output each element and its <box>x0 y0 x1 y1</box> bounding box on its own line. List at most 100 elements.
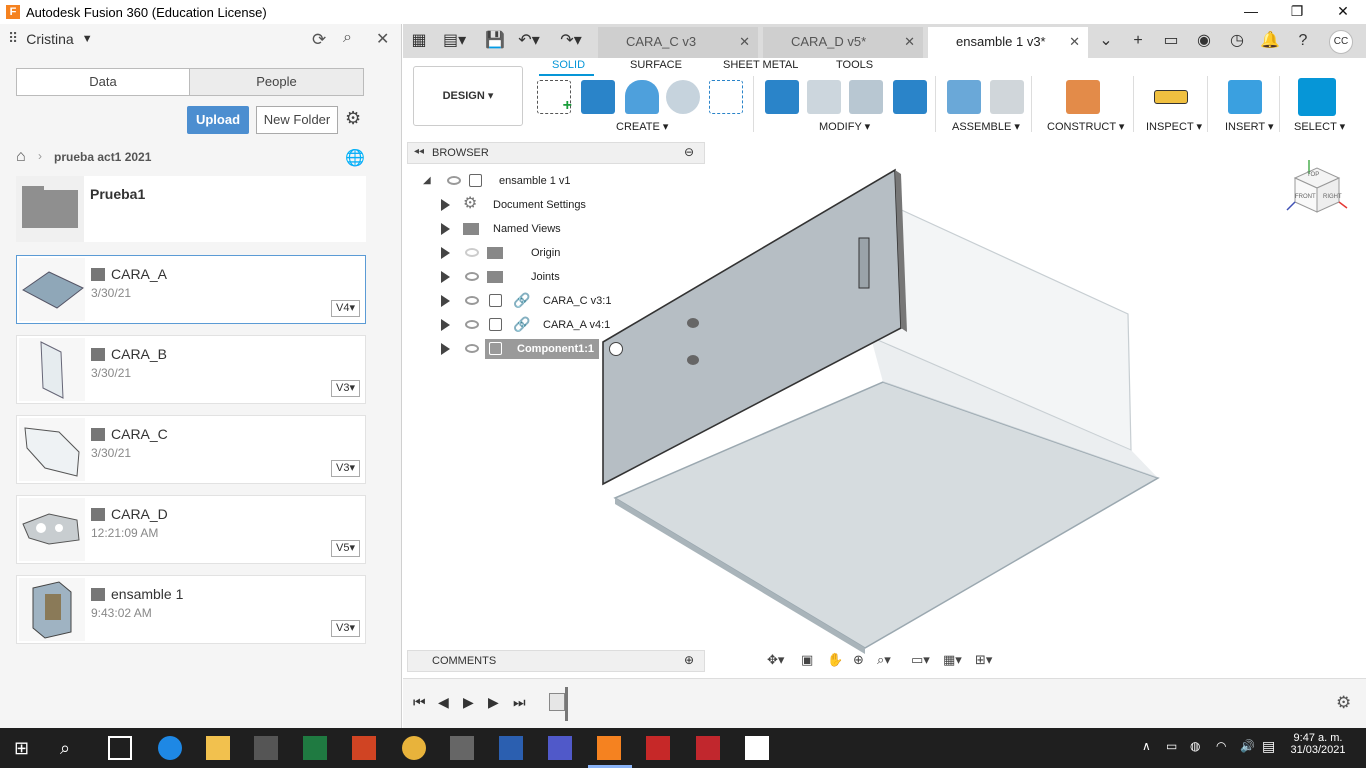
shell-icon[interactable] <box>849 80 883 114</box>
measure-icon[interactable] <box>1154 90 1188 104</box>
expand-triangle-icon[interactable] <box>441 199 450 211</box>
breadcrumb[interactable]: prueba act1 2021 <box>54 150 151 164</box>
view-cube[interactable]: TOP FRONT RIGHT <box>1286 160 1348 218</box>
extensions-icon[interactable]: ◉ <box>1193 30 1215 52</box>
save-icon[interactable]: 💾 <box>484 30 506 52</box>
version-badge[interactable]: V4▾ <box>331 300 360 317</box>
list-item-folder[interactable]: Prueba1 <box>16 176 366 242</box>
bell-icon[interactable]: 🔔 <box>1259 30 1281 52</box>
eye-icon[interactable] <box>465 320 479 329</box>
file-explorer-icon[interactable] <box>206 736 230 760</box>
eye-icon[interactable] <box>465 272 479 281</box>
chrome-icon[interactable] <box>402 736 426 760</box>
new-folder-button[interactable]: New Folder <box>256 106 338 134</box>
wifi-icon[interactable]: ◠ <box>1216 739 1226 753</box>
insert-image-icon[interactable] <box>1228 80 1262 114</box>
collapse-browser-icon[interactable]: ◂◂ <box>414 146 424 157</box>
step-forward-icon[interactable]: ▶ <box>488 694 499 711</box>
list-item[interactable]: ensamble 1 9:43:02 AM V3▾ <box>16 575 366 644</box>
group-construct[interactable]: CONSTRUCT ▾ <box>1047 120 1124 133</box>
extrude-icon[interactable] <box>581 80 615 114</box>
expand-triangle-icon[interactable] <box>441 223 450 235</box>
list-item[interactable]: CARA_C 3/30/21 V3▾ <box>16 415 366 484</box>
job-status-icon[interactable]: ◷ <box>1226 30 1248 52</box>
excel-icon[interactable] <box>303 736 327 760</box>
minimize-button[interactable]: — <box>1228 0 1274 24</box>
close-tab-icon[interactable]: ✕ <box>904 27 915 57</box>
eye-hidden-icon[interactable] <box>465 248 479 257</box>
display-settings-icon[interactable]: ▭▾ <box>911 652 930 668</box>
tab-tools[interactable]: TOOLS <box>836 59 873 71</box>
go-to-start-icon[interactable]: ⏮ <box>413 694 426 711</box>
expand-triangle-icon[interactable] <box>441 247 450 259</box>
activate-radio-icon[interactable] <box>609 342 623 356</box>
tab-solid[interactable]: SOLID <box>552 59 585 71</box>
group-assemble[interactable]: ASSEMBLE ▾ <box>952 120 1020 133</box>
grid-settings-icon[interactable]: ▦▾ <box>943 652 962 668</box>
version-badge[interactable]: V3▾ <box>331 380 360 397</box>
store-icon[interactable] <box>254 736 278 760</box>
version-badge[interactable]: V5▾ <box>331 540 360 557</box>
go-to-end-icon[interactable]: ⏭ <box>513 694 526 711</box>
word-icon[interactable] <box>499 736 523 760</box>
clock[interactable]: 9:47 a. m. 31/03/2021 <box>1288 732 1348 756</box>
tab-data[interactable]: Data <box>16 68 190 96</box>
new-component-icon[interactable] <box>947 80 981 114</box>
network-status-icon[interactable]: ◍ <box>1190 739 1200 753</box>
list-item[interactable]: CARA_A 3/30/21 V4▾ <box>16 255 366 324</box>
app-grid-icon[interactable]: ▦ <box>408 30 430 52</box>
select-icon[interactable] <box>1298 78 1336 116</box>
fusion360-icon[interactable] <box>597 736 621 760</box>
edge-icon[interactable] <box>158 736 182 760</box>
task-view-icon[interactable] <box>108 736 132 760</box>
refresh-icon[interactable]: ⟳ <box>312 30 326 50</box>
powerpoint-icon[interactable] <box>352 736 376 760</box>
offset-plane-icon[interactable] <box>1066 80 1100 114</box>
close-tab-icon[interactable]: ✕ <box>1069 27 1080 57</box>
expand-triangle-icon[interactable] <box>441 271 450 283</box>
tab-overflow-chevron-icon[interactable]: ⌄ <box>1095 30 1117 52</box>
view-cube-right[interactable]: RIGHT <box>1323 194 1342 200</box>
group-create[interactable]: CREATE ▾ <box>616 120 668 133</box>
view-cube-front[interactable]: FRONT <box>1295 194 1316 200</box>
new-tab-plus-icon[interactable]: + <box>1127 30 1149 52</box>
timeline-settings-gear-icon[interactable]: ⚙ <box>1336 693 1351 713</box>
workspace-switcher[interactable]: DESIGN ▾ <box>413 66 523 126</box>
home-icon[interactable]: ⌂ <box>16 148 26 166</box>
step-back-icon[interactable]: ◀ <box>438 694 449 711</box>
tray-chevron-icon[interactable]: ∧ <box>1142 739 1151 753</box>
look-at-icon[interactable]: ▣ <box>801 652 813 668</box>
undo-icon[interactable]: ↶▾ <box>518 30 540 52</box>
restore-button[interactable]: ❐ <box>1274 0 1320 24</box>
upload-button[interactable]: Upload <box>187 106 249 134</box>
press-pull-icon[interactable] <box>765 80 799 114</box>
eye-icon[interactable] <box>465 296 479 305</box>
timeline-marker[interactable] <box>565 687 568 721</box>
expand-triangle-icon[interactable] <box>441 319 450 331</box>
globe-icon[interactable]: 🌐 <box>345 148 365 168</box>
calculator-icon[interactable] <box>450 736 474 760</box>
autodesk-app-icon[interactable] <box>646 736 670 760</box>
battery-icon[interactable]: ▭ <box>1166 739 1177 753</box>
create-sketch-icon[interactable]: + <box>537 80 572 114</box>
acrobat-icon[interactable] <box>696 736 720 760</box>
volume-icon[interactable]: 🔊 <box>1240 739 1255 753</box>
pattern-icon[interactable] <box>709 80 743 114</box>
revolve-icon[interactable] <box>625 80 659 114</box>
close-panel-icon[interactable]: ✕ <box>376 29 389 49</box>
group-insert[interactable]: INSERT ▾ <box>1225 120 1274 133</box>
version-badge[interactable]: V3▾ <box>331 620 360 637</box>
tab-surface[interactable]: SURFACE <box>630 59 682 71</box>
doc-tab-active[interactable]: ensamble 1 v3* ✕ <box>928 27 1088 58</box>
viewports-icon[interactable]: ⊞▾ <box>975 652 992 668</box>
group-select[interactable]: SELECT ▾ <box>1294 120 1345 133</box>
photos-icon[interactable] <box>745 736 769 760</box>
group-inspect[interactable]: INSPECT ▾ <box>1146 120 1202 133</box>
group-modify[interactable]: MODIFY ▾ <box>819 120 870 133</box>
tab-sheet-metal[interactable]: SHEET METAL <box>723 59 798 71</box>
doc-tab[interactable]: CARA_D v5* ✕ <box>763 27 923 58</box>
fillet-icon[interactable] <box>807 80 841 114</box>
timeline-feature-icon[interactable] <box>549 693 565 711</box>
search-icon[interactable]: ⌕ <box>60 736 84 760</box>
play-icon[interactable]: ▶ <box>463 694 474 711</box>
